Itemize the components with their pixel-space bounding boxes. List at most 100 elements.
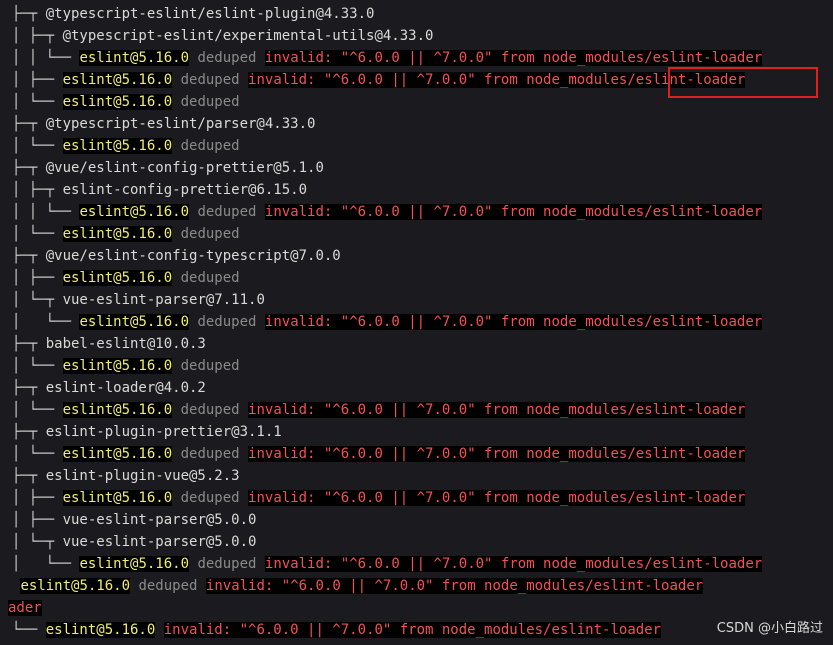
deduped-label: deduped — [197, 204, 257, 220]
terminal-line: ├─┬ eslint-plugin-prettier@3.1.1 — [12, 421, 282, 443]
package-name: eslint@5.16.0 — [79, 50, 190, 66]
package-name: vue-eslint-parser@5.0.0 — [62, 512, 257, 528]
tree-branch: ├─┬ — [12, 116, 46, 132]
wrapped-invalid-text: ader — [8, 600, 42, 616]
deduped-label: deduped — [180, 72, 240, 88]
terminal-line: │ ├── eslint@5.16.0 deduped invalid: "^6… — [12, 69, 746, 91]
tree-branch: │ └── — [12, 556, 80, 572]
tree-branch: ├─┬ — [12, 160, 46, 176]
tree-branch: │ ├── — [12, 490, 63, 506]
package-name: eslint@5.16.0 — [79, 314, 190, 330]
terminal-line: │ └─┬ vue-eslint-parser@7.11.0 — [12, 289, 265, 311]
deduped-label: deduped — [180, 446, 240, 462]
package-name: eslint-loader@4.0.2 — [45, 380, 206, 396]
terminal-line: │ │ └── eslint@5.16.0 deduped invalid: "… — [12, 201, 763, 223]
package-name: eslint@5.16.0 — [62, 138, 173, 154]
csdn-watermark: CSDN @小白路过 — [716, 621, 823, 636]
tree-branch: │ └── — [12, 402, 63, 418]
package-name: eslint@5.16.0 — [20, 578, 131, 594]
package-name: @vue/eslint-config-typescript@7.0.0 — [45, 248, 341, 264]
terminal-line: │ ├── vue-eslint-parser@5.0.0 — [12, 509, 256, 531]
tree-branch: └── — [12, 622, 46, 638]
terminal-line: │ └─┬ vue-eslint-parser@5.0.0 — [12, 531, 256, 553]
invalid-peer-warning: invalid: "^6.0.0 || ^7.0.0" from node_mo… — [248, 490, 746, 506]
tree-branch: │ ├─┬ — [12, 182, 63, 198]
package-name: eslint@5.16.0 — [62, 490, 173, 506]
package-name: eslint@5.16.0 — [79, 556, 190, 572]
tree-branch: ├─┬ — [12, 380, 46, 396]
package-name: eslint@5.16.0 — [62, 270, 173, 286]
invalid-peer-warning: invalid: "^6.0.0 || ^7.0.0" from node_mo… — [264, 50, 763, 66]
package-name: vue-eslint-parser@5.0.0 — [62, 534, 257, 550]
deduped-label: deduped — [180, 94, 240, 110]
terminal-line: │ ├─┬ @typescript-eslint/experimental-ut… — [12, 25, 433, 47]
tree-branch: │ │ └── — [12, 50, 80, 66]
terminal-line: │ │ └── eslint@5.16.0 deduped invalid: "… — [12, 47, 763, 69]
invalid-peer-warning: invalid: "^6.0.0 || ^7.0.0" from node_mo… — [264, 556, 763, 572]
deduped-label: deduped — [180, 226, 240, 242]
tree-branch: │ │ └── — [12, 204, 80, 220]
terminal-line: │ └── eslint@5.16.0 deduped — [12, 135, 240, 157]
package-name: eslint@5.16.0 — [62, 94, 173, 110]
package-name: eslint@5.16.0 — [62, 446, 173, 462]
package-name: eslint@5.16.0 — [62, 402, 173, 418]
package-name: eslint@5.16.0 — [62, 226, 173, 242]
deduped-label: deduped — [180, 490, 240, 506]
terminal-line: │ └── eslint@5.16.0 deduped invalid: "^6… — [12, 311, 763, 333]
terminal-line: ├─┬ @typescript-eslint/eslint-plugin@4.3… — [12, 3, 374, 25]
terminal-line: ├─┬ eslint-loader@4.0.2 — [12, 377, 206, 399]
terminal-line: │ └── eslint@5.16.0 deduped invalid: "^6… — [12, 399, 746, 421]
deduped-label: deduped — [197, 50, 257, 66]
package-name: eslint-config-prettier@6.15.0 — [62, 182, 308, 198]
package-name: eslint@5.16.0 — [45, 622, 156, 638]
deduped-label: deduped — [197, 556, 257, 572]
package-name: @typescript-eslint/parser@4.33.0 — [45, 116, 316, 132]
tree-branch: ├─┬ — [12, 424, 46, 440]
tree-branch: │ └── — [12, 226, 63, 242]
deduped-label: deduped — [180, 270, 240, 286]
deduped-label: deduped — [180, 138, 240, 154]
invalid-peer-warning: invalid: "^6.0.0 || ^7.0.0" from node_mo… — [205, 578, 704, 594]
terminal-line: ader — [8, 597, 42, 619]
package-name: @typescript-eslint/eslint-plugin@4.33.0 — [45, 6, 375, 22]
terminal-line: ├─┬ @typescript-eslint/parser@4.33.0 — [12, 113, 315, 135]
terminal-line: │ └── eslint@5.16.0 deduped invalid: "^6… — [12, 553, 763, 575]
tree-branch: ├─┬ — [12, 336, 46, 352]
terminal-line: ├─┬ babel-eslint@10.0.3 — [12, 333, 206, 355]
tree-branch: │ ├── — [12, 512, 63, 528]
tree-branch: │ └── — [12, 314, 80, 330]
tree-branch: ├─┬ — [12, 468, 46, 484]
package-name: babel-eslint@10.0.3 — [45, 336, 206, 352]
terminal-line: ├─┬ @vue/eslint-config-typescript@7.0.0 — [12, 245, 341, 267]
terminal-line: └── eslint@5.16.0 invalid: "^6.0.0 || ^7… — [12, 619, 662, 641]
tree-branch: │ └─┬ — [12, 534, 63, 550]
terminal-line: │ ├── eslint@5.16.0 deduped invalid: "^6… — [12, 487, 746, 509]
deduped-label: deduped — [180, 358, 240, 374]
terminal-line: │ └── eslint@5.16.0 deduped — [12, 223, 240, 245]
invalid-peer-warning: invalid: "^6.0.0 || ^7.0.0" from node_mo… — [264, 204, 763, 220]
tree-branch: │ ├─┬ — [12, 28, 63, 44]
package-name: eslint-plugin-prettier@3.1.1 — [45, 424, 282, 440]
terminal-line: ├─┬ @vue/eslint-config-prettier@5.1.0 — [12, 157, 324, 179]
terminal-line: │ └── eslint@5.16.0 deduped invalid: "^6… — [12, 443, 746, 465]
invalid-peer-warning: invalid: "^6.0.0 || ^7.0.0" from node_mo… — [163, 622, 662, 638]
tree-branch: │ └── — [12, 138, 63, 154]
tree-branch: │ └─┬ — [12, 292, 63, 308]
tree-branch: │ └── — [12, 358, 63, 374]
terminal-line: ├─┬ eslint-plugin-vue@5.2.3 — [12, 465, 240, 487]
tree-branch: ├─┬ — [12, 248, 46, 264]
package-name: eslint-plugin-vue@5.2.3 — [45, 468, 240, 484]
tree-branch: │ ├── — [12, 72, 63, 88]
invalid-peer-warning: invalid: "^6.0.0 || ^7.0.0" from node_mo… — [248, 402, 746, 418]
tree-branch: │ └── — [12, 94, 63, 110]
deduped-label: deduped — [138, 578, 198, 594]
tree-branch: │ ├── — [12, 270, 63, 286]
terminal-line: │ ├─┬ eslint-config-prettier@6.15.0 — [12, 179, 307, 201]
package-name: vue-eslint-parser@7.11.0 — [62, 292, 265, 308]
invalid-peer-warning: invalid: "^6.0.0 || ^7.0.0" from node_mo… — [248, 446, 746, 462]
package-name: @vue/eslint-config-prettier@5.1.0 — [45, 160, 324, 176]
deduped-label: deduped — [197, 314, 257, 330]
tree-branch: ├─┬ — [12, 6, 46, 22]
terminal-line: eslint@5.16.0 deduped invalid: "^6.0.0 |… — [12, 575, 704, 597]
deduped-label: deduped — [180, 402, 240, 418]
